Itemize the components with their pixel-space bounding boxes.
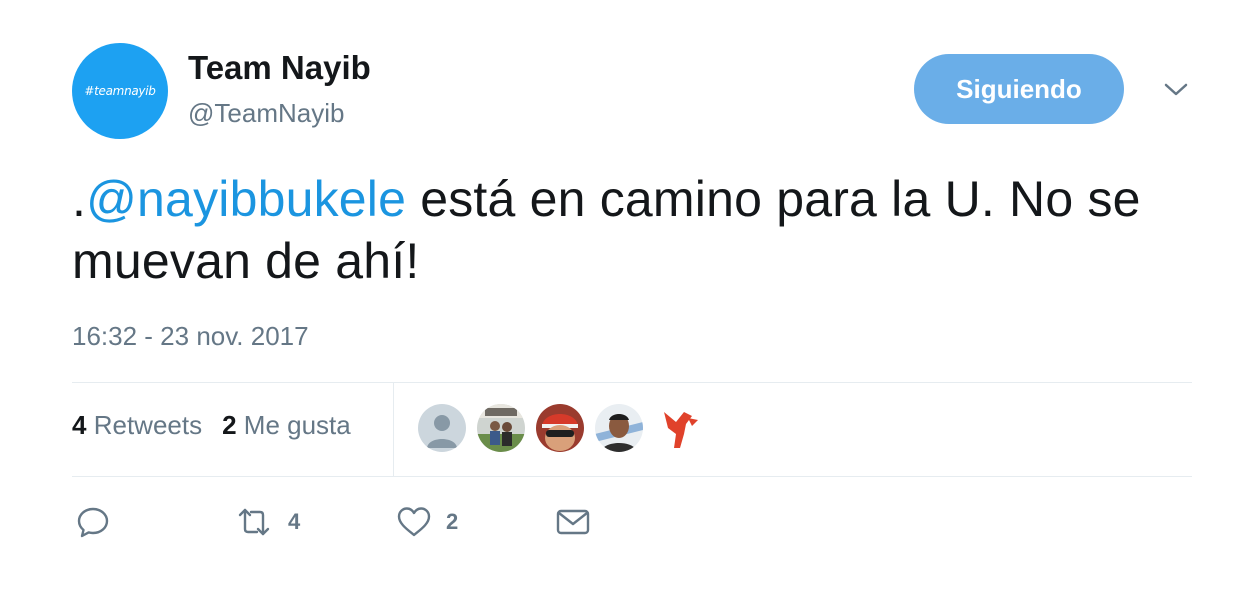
likes-label: Me gusta [243,410,351,440]
liker-avatar[interactable] [418,404,466,452]
direct-message-button[interactable] [554,502,592,542]
following-button[interactable]: Siguiendo [914,54,1124,124]
mention-link[interactable]: @nayibbukele [86,171,406,227]
retweets-label: Retweets [93,410,203,440]
likes-stat[interactable]: 2 Me gusta [222,410,351,441]
heart-icon [396,505,432,539]
chevron-down-icon[interactable] [1160,76,1192,104]
retweet-button[interactable]: 4 [234,502,300,542]
avatar-text: #teamnayib [84,84,156,98]
divider [393,383,394,476]
liker-avatar[interactable] [536,404,584,452]
reply-button[interactable] [76,502,110,542]
like-button[interactable]: 2 [396,502,458,542]
timestamp[interactable]: 16:32 - 23 nov. 2017 [72,321,309,352]
liker-avatar[interactable] [477,404,525,452]
tweet-card: #teamnayib Team Nayib @TeamNayib Siguien… [0,0,1244,594]
retweet-count: 4 [288,509,301,534]
reply-icon [76,505,110,539]
retweets-count: 4 [72,410,87,440]
retweets-stat[interactable]: 4 Retweets [72,410,202,441]
divider [72,382,1192,383]
account-handle[interactable]: @TeamNayib [188,98,344,129]
likers-avatars [418,404,702,452]
liker-avatar[interactable] [654,404,702,452]
tweet-stats: 4 Retweets 2 Me gusta [72,410,351,441]
likes-count: 2 [222,410,237,440]
account-name[interactable]: Team Nayib [188,49,371,87]
avatar[interactable]: #teamnayib [72,43,168,139]
divider [72,476,1192,477]
tweet-prefix: . [72,171,87,227]
retweet-icon [234,505,274,539]
envelope-icon [554,505,592,539]
like-count: 2 [446,509,459,534]
liker-avatar[interactable] [595,404,643,452]
tweet-text: .@nayibbukele está en camino para la U. … [72,168,1192,292]
